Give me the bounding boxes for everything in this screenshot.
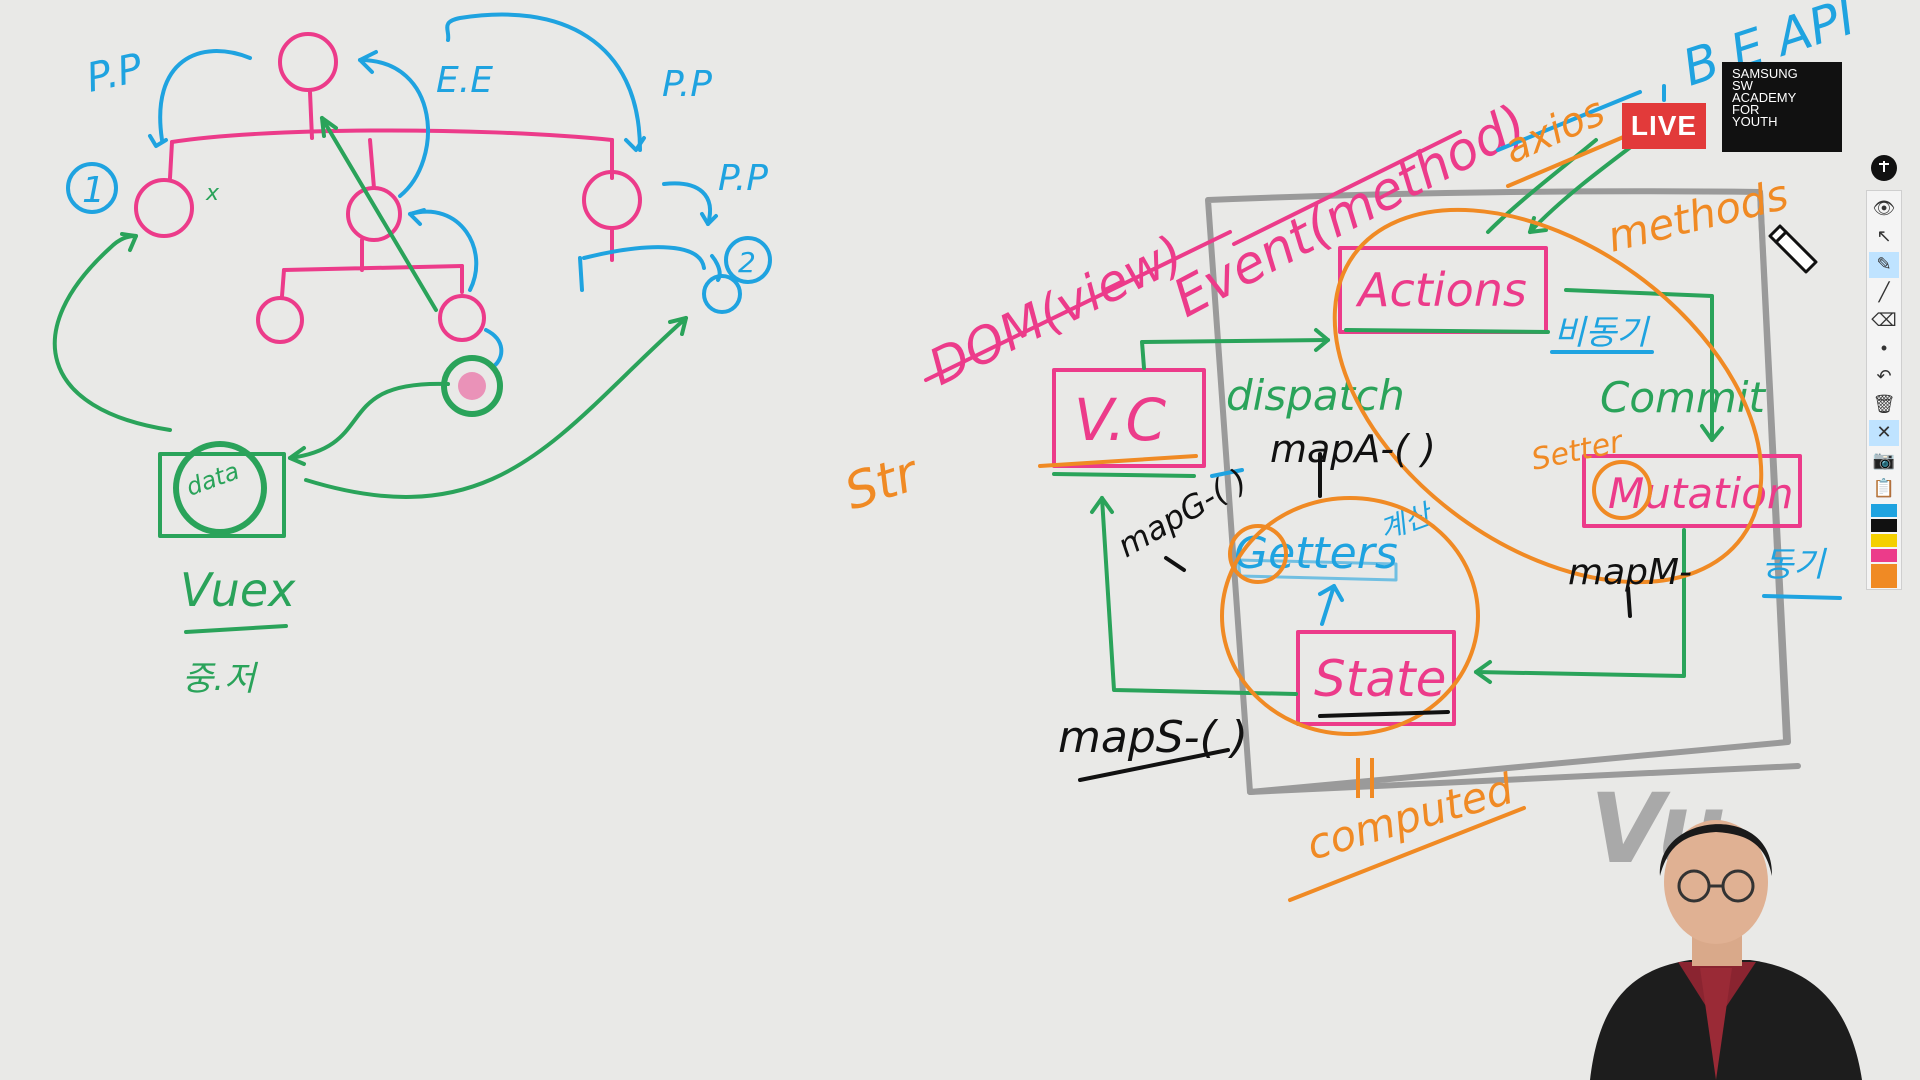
close-board-icon[interactable]: ✕ [1869,419,1899,446]
color-swatch-black[interactable] [1871,518,1897,532]
child-node-2 [346,186,402,242]
samsung-academy-logo: SAMSUNG SW ACADEMY FOR YOUTH [1722,62,1842,152]
camera-icon[interactable]: 📷 [1869,448,1899,474]
color-swatch-orange[interactable] [1871,563,1897,588]
actions-label: Actions [1355,263,1527,317]
vuex-label: Vuex [180,563,296,617]
ee-label: E.E [436,60,493,101]
logo-line: YOUTH [1732,114,1778,129]
line-icon[interactable]: ╱ [1869,280,1899,306]
root-branch-line [170,128,614,144]
pp-label-right: P.P [718,158,768,199]
pp-label-top-left: P.P [83,45,148,102]
lecture-screen: P.P E.E P.P P.P 1 2 x data Vuex 중.저 Vu D… [0,0,1920,1080]
color-swatch-yellow[interactable] [1871,533,1897,547]
component-tree: P.P E.E P.P P.P 1 2 x data Vuex 중.저 [52,12,772,699]
color-swatch-blue[interactable] [1871,503,1897,517]
str-label: Str [838,443,928,521]
grandchild-node-2 [438,294,486,342]
drawing-toolbar: 👁 ↖ ✎ ╱ ⌫ • ↶ 🗑 ✕ 📷 📋 [1866,190,1902,590]
clipboard-icon[interactable]: 📋 [1869,476,1899,502]
pen-cursor-icon [1768,224,1818,274]
vc-label: V.C [1074,386,1166,454]
number-two-label: 2 [738,246,756,279]
color-swatch-pink[interactable] [1871,548,1897,562]
eraser-icon[interactable]: ⌫ [1869,308,1899,334]
trash-icon[interactable]: 🗑 [1869,392,1899,418]
pen-icon[interactable]: ✎ [1869,251,1899,278]
grandchild-node-1 [256,296,304,344]
map-mutations-label: mapM- [1568,552,1692,593]
map-state-label: mapS-( ) [1058,712,1248,763]
undo-icon[interactable]: ↶ [1869,364,1899,390]
dot-icon[interactable]: • [1869,336,1899,362]
vuex-flow-diagram: Vu DOM(view) Event(method) Actions V.C M… [838,0,1862,902]
async-label: 비동기 [1554,313,1651,353]
mutation-label: Mutation [1608,469,1794,518]
pointer-icon[interactable]: ↖ [1869,224,1899,250]
pp-label-top-right: P.P [662,64,712,105]
map-actions-label: mapA-( ) [1270,427,1436,471]
korean-note-label: 중.저 [182,659,259,699]
child-node-3 [582,170,642,230]
dispatch-label: dispatch [1226,371,1405,420]
x-mark-label: x [205,181,220,206]
root-component-node [278,32,338,92]
presenter-video [1590,820,1862,1080]
axios-label: axios [1497,89,1611,174]
number-one-label: 1 [82,170,105,211]
data-label: data [182,457,242,502]
state-label: State [1314,650,1446,708]
child-node-1 [134,178,194,238]
live-badge: LIVE [1622,103,1706,149]
sync-label: 동기 [1762,545,1827,585]
pin-icon[interactable] [1866,152,1902,184]
eye-icon[interactable]: 👁 [1869,196,1899,222]
